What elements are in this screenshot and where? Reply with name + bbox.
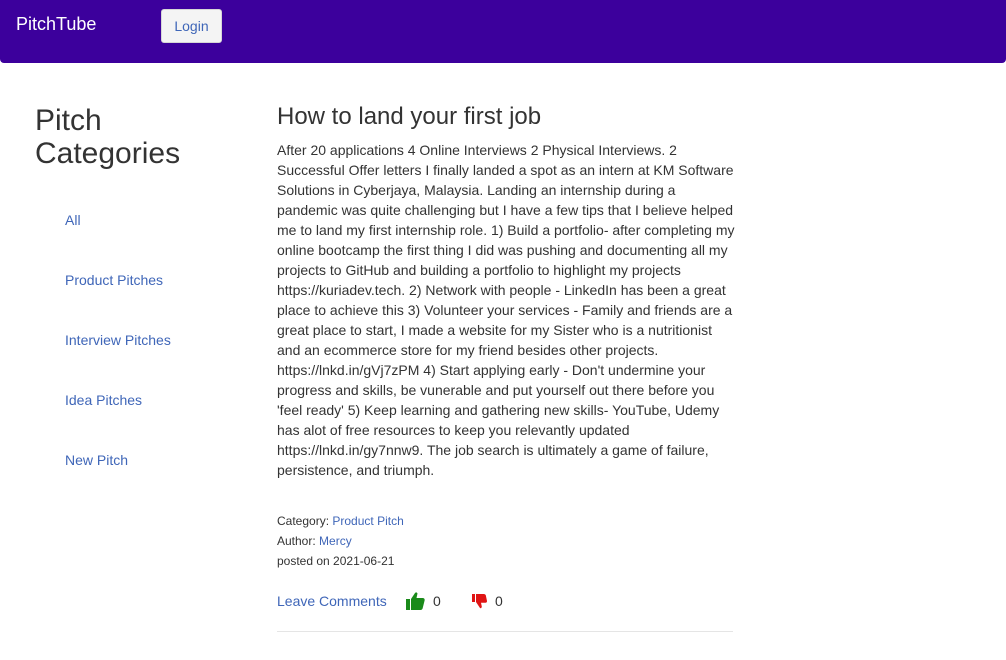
pitch-category: Category: Product Pitch [277, 514, 404, 528]
leave-comments-link[interactable]: Leave Comments [277, 592, 387, 610]
sidebar-item-new-pitch[interactable]: New Pitch [65, 452, 128, 468]
category-label: Category: [277, 514, 330, 528]
login-button[interactable]: Login [161, 9, 222, 43]
author-label: Author: [277, 534, 316, 548]
sidebar-item-idea-pitches[interactable]: Idea Pitches [65, 392, 142, 408]
sidebar-item-all[interactable]: All [65, 212, 81, 228]
upvote-button[interactable]: 0 [406, 590, 441, 612]
divider [277, 631, 733, 632]
sidebar-title: Pitch Categories [35, 104, 181, 170]
navbar: PitchTube Login [0, 0, 1006, 63]
thumbs-down-icon[interactable] [472, 593, 487, 609]
pitch-title: How to land your first job [277, 103, 542, 130]
thumbs-up-icon[interactable] [406, 592, 425, 610]
pitch-author: Author: Mercy [277, 534, 352, 548]
pitch-body: After 20 applications 4 Online Interview… [277, 142, 735, 478]
downvote-button[interactable]: 0 [472, 590, 503, 612]
brand-logo[interactable]: PitchTube [16, 14, 96, 34]
category-link[interactable]: Product Pitch [332, 514, 403, 528]
posted-date: posted on 2021-06-21 [277, 554, 395, 568]
upvote-count: 0 [433, 593, 441, 609]
author-link[interactable]: Mercy [319, 534, 352, 548]
sidebar-item-product-pitches[interactable]: Product Pitches [65, 272, 163, 288]
downvote-count: 0 [495, 593, 503, 609]
sidebar-item-interview-pitches[interactable]: Interview Pitches [65, 332, 171, 348]
